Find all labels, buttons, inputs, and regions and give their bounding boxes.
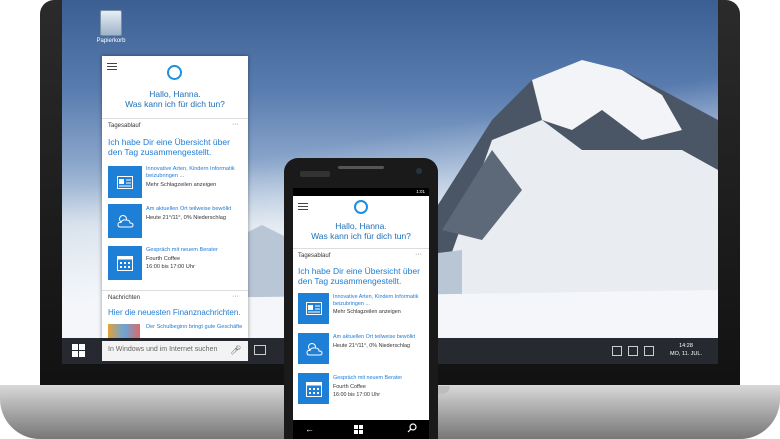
more-options-icon[interactable]: ··· [232, 121, 239, 128]
windows-logo-icon [72, 344, 85, 357]
card-title[interactable]: Gespräch mit neuem Berater [333, 375, 425, 382]
greeting-line1: Hallo, Hanna. [149, 89, 201, 99]
notifications-icon[interactable] [644, 346, 654, 356]
phone-nav-bar: ← [293, 420, 429, 439]
back-arrow-icon[interactable]: ← [305, 424, 314, 434]
clock-date: MO, 11. JUL. [670, 351, 702, 358]
cortana-icon [167, 65, 182, 80]
card-title[interactable]: Gespräch mit neuem Berater [146, 247, 244, 254]
cortana-icon [354, 200, 368, 214]
task-view-icon[interactable] [254, 345, 266, 355]
news-tile[interactable] [108, 166, 142, 198]
card-detail: Fourth Coffee 16:00 bis 17:00 Uhr [146, 256, 195, 270]
weather-icon [305, 342, 323, 355]
section-news-label: Nachrichten [108, 295, 141, 301]
more-options-icon[interactable]: ··· [232, 293, 239, 300]
calendar-icon [305, 381, 322, 397]
card-title[interactable]: Am aktuellen Ort teilweise bewölkt [146, 206, 244, 213]
network-icon[interactable] [612, 346, 622, 356]
cortana-greeting: Hallo, Hanna. Was kann ich für dich tun? [293, 221, 429, 241]
calendar-tile[interactable] [298, 373, 329, 404]
phone-camera [416, 168, 422, 174]
card-detail: Fourth Coffee 16:00 bis 17:00 Uhr [333, 384, 381, 398]
card-title[interactable]: Innovative Arten, Kindern Informatik bei… [333, 294, 425, 308]
divider [102, 118, 248, 119]
phone-speaker [338, 166, 384, 169]
divider [102, 290, 248, 291]
hamburger-menu-icon[interactable] [107, 61, 117, 72]
more-options-icon[interactable]: ··· [415, 251, 422, 258]
card-detail[interactable]: Mehr Schlagzeilen anzeigen [333, 309, 425, 317]
phone-screen: 1:01 Hallo, Hanna. Was kann ich für dich… [293, 188, 429, 420]
greeting-line2: Was kann ich für dich tun? [125, 99, 225, 109]
cortana-panel: Hallo, Hanna. Was kann ich für dich tun?… [102, 56, 248, 339]
phone-status-bar: 1:01 [293, 188, 429, 196]
weather-tile[interactable] [298, 333, 329, 364]
calendar-tile[interactable] [108, 246, 142, 280]
news-item-title[interactable]: Der Schulbeginn bringt gute Geschäfte [146, 324, 244, 331]
trash-icon [100, 10, 122, 36]
search-placeholder: In Windows und im Internet suchen [108, 346, 218, 353]
weather-icon [117, 215, 134, 228]
daily-headline: Ich habe Dir eine Übersicht über den Tag… [298, 266, 420, 286]
news-tile[interactable] [298, 293, 329, 324]
weather-tile[interactable] [108, 204, 142, 238]
clock-time: 14:28 [679, 343, 693, 349]
greeting-line1: Hallo, Hanna. [335, 221, 387, 231]
daily-headline: Ich habe Dir eine Übersicht über den Tag… [108, 137, 230, 157]
section-daily-label: Tagesablauf [108, 123, 141, 129]
cortana-greeting: Hallo, Hanna. Was kann ich für dich tun? [102, 89, 248, 109]
card-detail: Heute 21°/11°, 0% Niederschlag [146, 215, 226, 221]
card-detail: Heute 21°/11°, 0% Niederschlag [333, 343, 411, 349]
volume-icon[interactable] [628, 346, 638, 356]
start-button[interactable] [72, 344, 86, 358]
news-icon [117, 175, 133, 189]
recycle-bin-label: Papierkorb [96, 38, 126, 44]
windows-logo-icon[interactable] [354, 425, 364, 437]
card-title[interactable]: Am aktuellen Ort teilweise bewölkt [333, 334, 425, 341]
divider [293, 248, 429, 249]
news-icon [305, 302, 322, 315]
search-icon[interactable] [407, 423, 417, 435]
card-detail[interactable]: Mehr Schlagzeilen anzeigen [146, 182, 244, 190]
greeting-line2: Was kann ich für dich tun? [311, 231, 411, 241]
taskbar-clock[interactable]: 14:28 MO, 11. JUL. [670, 342, 702, 359]
recycle-bin-icon[interactable]: Papierkorb [86, 10, 136, 44]
status-time: 1:01 [416, 189, 425, 194]
news-headline: Hier die neuesten Finanznachrichten. [108, 308, 241, 317]
hamburger-menu-icon[interactable] [298, 201, 308, 212]
card-title[interactable]: Innovative Arten, Kindern Informatik bei… [146, 166, 244, 181]
phone-brand-logo [300, 171, 330, 177]
microphone-icon[interactable]: 🎤︎ [230, 345, 241, 357]
taskbar-search-box[interactable]: In Windows und im Internet suchen 🎤︎ [102, 341, 248, 361]
section-daily-label: Tagesablauf [298, 253, 331, 259]
news-thumbnail[interactable] [108, 324, 140, 339]
calendar-icon [117, 256, 133, 271]
